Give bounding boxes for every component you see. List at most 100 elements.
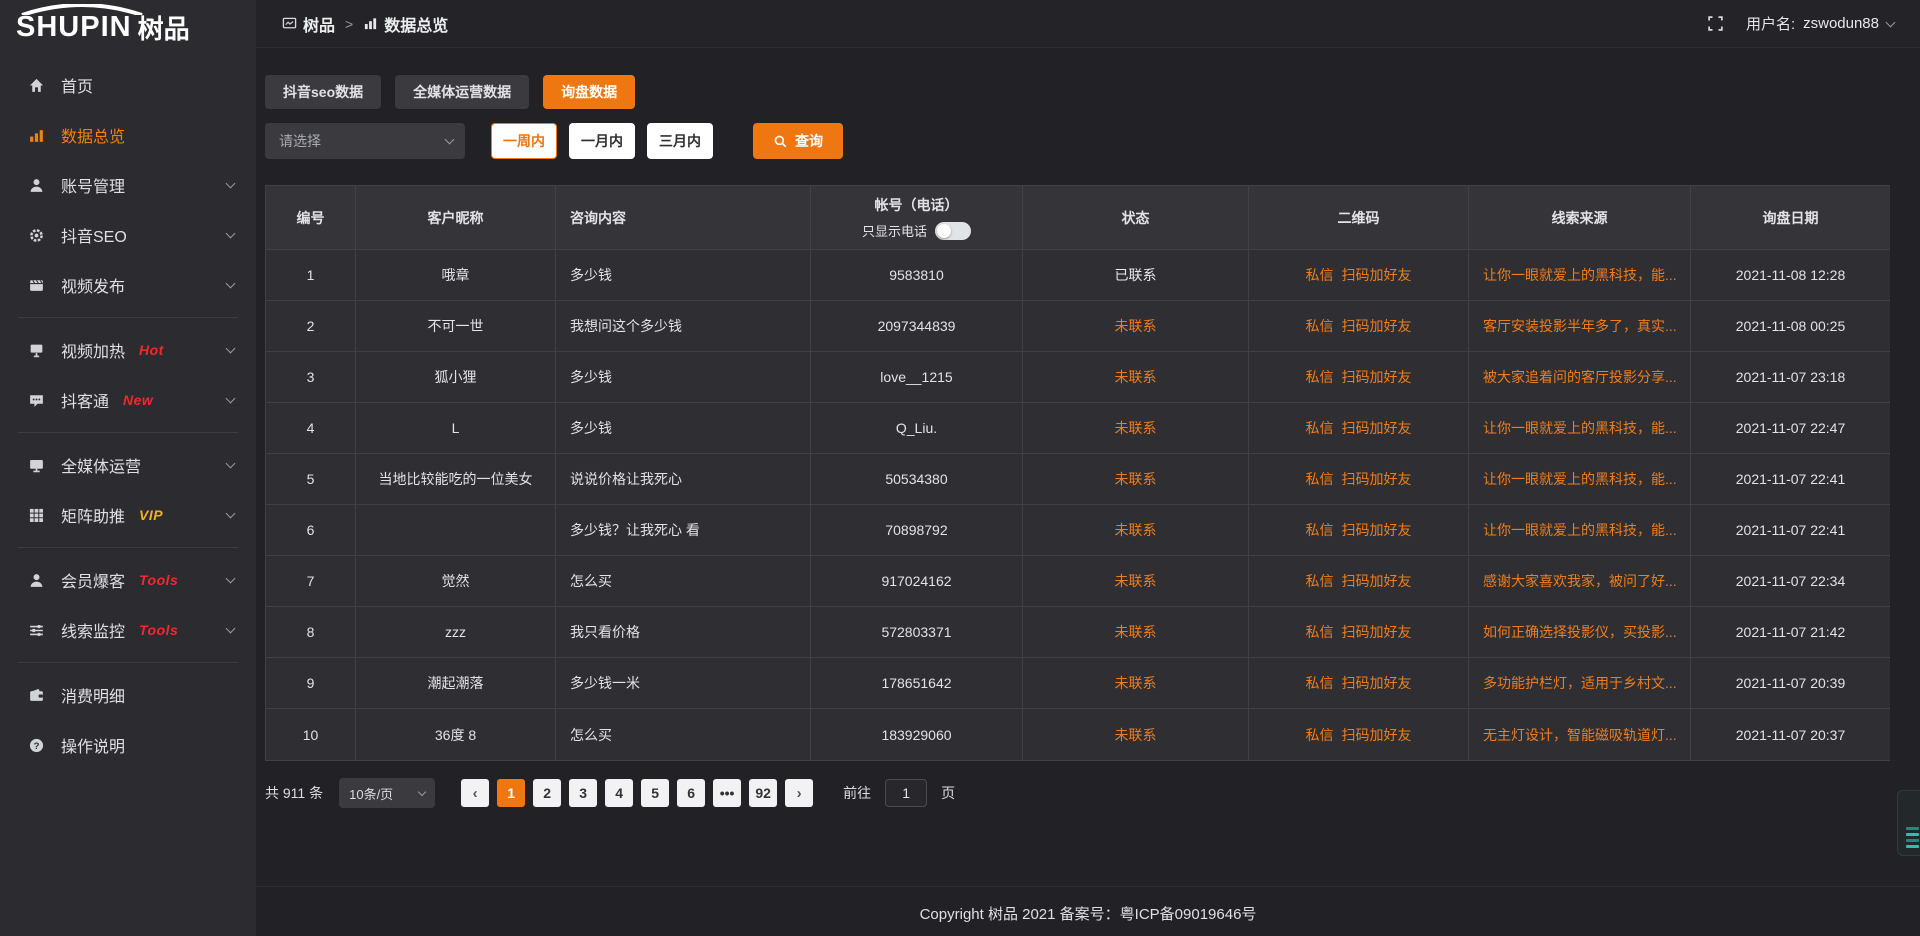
- page-button-4[interactable]: 4: [605, 779, 633, 807]
- account-phone: 9583810: [811, 250, 1023, 301]
- scan-add-friend-link[interactable]: 扫码加好友: [1342, 418, 1412, 438]
- page-button-2[interactable]: 2: [533, 779, 561, 807]
- date-range-group: 一周内 一月内 三月内: [491, 123, 713, 159]
- page-size-select[interactable]: 10条/页: [339, 778, 435, 808]
- source-link[interactable]: 让你一眼就爱上的黑科技，能...: [1469, 250, 1691, 301]
- breadcrumb-current: 数据总览: [363, 12, 448, 36]
- account-phone: 183929060: [811, 709, 1023, 760]
- sidebar-item-video-heat[interactable]: 视频加热 Hot: [0, 325, 256, 375]
- sidebar-item-account-management[interactable]: 账号管理: [0, 160, 256, 210]
- sidebar-item-douyin-seo[interactable]: 抖音SEO: [0, 210, 256, 260]
- page-button-6[interactable]: 6: [677, 779, 705, 807]
- scan-add-friend-link[interactable]: 扫码加好友: [1342, 316, 1412, 336]
- account-phone: 917024162: [811, 556, 1023, 607]
- source-link[interactable]: 让你一眼就爱上的黑科技，能...: [1469, 505, 1691, 556]
- row-number: 8: [266, 607, 356, 658]
- inquiry-date: 2021-11-07 22:41: [1691, 454, 1890, 505]
- tab-douyin-seo-data[interactable]: 抖音seo数据: [265, 75, 381, 109]
- sidebar-item-data-overview[interactable]: 数据总览: [0, 110, 256, 160]
- source-link[interactable]: 让你一眼就爱上的黑科技，能...: [1469, 454, 1691, 505]
- scan-add-friend-link[interactable]: 扫码加好友: [1342, 265, 1412, 285]
- customer-nickname: [356, 505, 556, 556]
- source-link[interactable]: 多功能护栏灯，适用于乡村文...: [1469, 658, 1691, 709]
- scan-add-friend-link[interactable]: 扫码加好友: [1342, 622, 1412, 642]
- account-phone: love__1215: [811, 352, 1023, 403]
- private-message-link[interactable]: 私信: [1306, 265, 1334, 285]
- phone-only-toggle[interactable]: [935, 222, 971, 240]
- screen-heat-icon: [26, 342, 46, 359]
- search-button[interactable]: 查询: [753, 123, 843, 159]
- page-ellipsis-button[interactable]: •••: [713, 779, 741, 807]
- qr-links: 私信扫码加好友: [1249, 658, 1469, 709]
- user-menu[interactable]: 用户名: zswodun88: [1746, 13, 1894, 34]
- breadcrumb: 树品 > 数据总览: [282, 12, 448, 36]
- table-row: 5 当地比较能吃的一位美女 说说价格让我死心 50534380 未联系 私信扫码…: [266, 454, 1889, 505]
- scan-add-friend-link[interactable]: 扫码加好友: [1342, 367, 1412, 387]
- brand-logo-en: SHUPIN: [16, 13, 132, 42]
- private-message-link[interactable]: 私信: [1306, 367, 1334, 387]
- sidebar-item-lead-monitor[interactable]: 线索监控 Tools: [0, 605, 256, 655]
- private-message-link[interactable]: 私信: [1306, 571, 1334, 591]
- inquiry-content: 我只看价格: [556, 607, 811, 658]
- app-window: SHUPIN 树品 首页 数据总览 账号管理 抖音SEO: [0, 0, 1920, 936]
- sidebar-item-video-publish[interactable]: 视频发布: [0, 260, 256, 310]
- header-content: 咨询内容: [556, 186, 811, 250]
- private-message-link[interactable]: 私信: [1306, 469, 1334, 489]
- tab-omnimedia-data[interactable]: 全媒体运营数据: [395, 75, 529, 109]
- prev-page-button[interactable]: ‹: [461, 779, 489, 807]
- account-phone: 50534380: [811, 454, 1023, 505]
- source-link[interactable]: 被大家追着问的客厅投影分享...: [1469, 352, 1691, 403]
- sidebar-item-douketong[interactable]: 抖客通 New: [0, 375, 256, 425]
- sidebar-item-matrix-boost[interactable]: 矩阵助推 VIP: [0, 490, 256, 540]
- next-page-button[interactable]: ›: [785, 779, 813, 807]
- chevron-down-icon: [418, 788, 426, 796]
- private-message-link[interactable]: 私信: [1306, 418, 1334, 438]
- scan-add-friend-link[interactable]: 扫码加好友: [1342, 673, 1412, 693]
- customer-nickname: zzz: [356, 607, 556, 658]
- scan-add-friend-link[interactable]: 扫码加好友: [1342, 469, 1412, 489]
- page-button-1[interactable]: 1: [497, 779, 525, 807]
- customer-nickname: 不可一世: [356, 301, 556, 352]
- sidebar-item-expense-detail[interactable]: 消费明细: [0, 670, 256, 720]
- source-link[interactable]: 客厅安装投影半年多了，真实...: [1469, 301, 1691, 352]
- qr-links: 私信扫码加好友: [1249, 301, 1469, 352]
- wallet-icon: [26, 687, 46, 704]
- sidebar-divider: [18, 317, 238, 318]
- range-one-week-button[interactable]: 一周内: [491, 123, 557, 159]
- chat-icon: [26, 392, 46, 409]
- customer-nickname: 当地比较能吃的一位美女: [356, 454, 556, 505]
- chevron-down-icon: [226, 509, 236, 519]
- range-one-month-button[interactable]: 一月内: [569, 123, 635, 159]
- page-button-92[interactable]: 92: [749, 779, 777, 807]
- private-message-link[interactable]: 私信: [1306, 520, 1334, 540]
- range-three-month-button[interactable]: 三月内: [647, 123, 713, 159]
- page-button-5[interactable]: 5: [641, 779, 669, 807]
- sidebar-item-instructions[interactable]: ? 操作说明: [0, 720, 256, 770]
- floating-widget[interactable]: [1897, 790, 1920, 856]
- source-link[interactable]: 无主灯设计，智能磁吸轨道灯...: [1469, 709, 1691, 760]
- scan-add-friend-link[interactable]: 扫码加好友: [1342, 571, 1412, 591]
- header-account: 帐号（电话） 只显示电话: [811, 186, 1023, 250]
- scan-add-friend-link[interactable]: 扫码加好友: [1342, 725, 1412, 745]
- header-inquiry-date: 询盘日期: [1691, 186, 1890, 250]
- account-select[interactable]: 请选择: [265, 123, 465, 159]
- private-message-link[interactable]: 私信: [1306, 673, 1334, 693]
- chevron-down-icon: [226, 344, 236, 354]
- sidebar-item-omnimedia[interactable]: 全媒体运营: [0, 440, 256, 490]
- search-icon: [773, 134, 788, 149]
- private-message-link[interactable]: 私信: [1306, 622, 1334, 642]
- sidebar-item-home[interactable]: 首页: [0, 60, 256, 110]
- source-link[interactable]: 让你一眼就爱上的黑科技，能...: [1469, 403, 1691, 454]
- scan-add-friend-link[interactable]: 扫码加好友: [1342, 520, 1412, 540]
- fullscreen-icon[interactable]: [1707, 15, 1724, 32]
- breadcrumb-home[interactable]: 树品: [282, 12, 335, 36]
- goto-page-input[interactable]: [885, 779, 927, 807]
- sidebar-item-member-burst[interactable]: 会员爆客 Tools: [0, 555, 256, 605]
- source-link[interactable]: 感谢大家喜欢我家，被问了好...: [1469, 556, 1691, 607]
- private-message-link[interactable]: 私信: [1306, 725, 1334, 745]
- page-button-3[interactable]: 3: [569, 779, 597, 807]
- new-badge: New: [123, 392, 153, 408]
- tab-inquiry-data[interactable]: 询盘数据: [543, 75, 635, 109]
- source-link[interactable]: 如何正确选择投影仪，买投影...: [1469, 607, 1691, 658]
- private-message-link[interactable]: 私信: [1306, 316, 1334, 336]
